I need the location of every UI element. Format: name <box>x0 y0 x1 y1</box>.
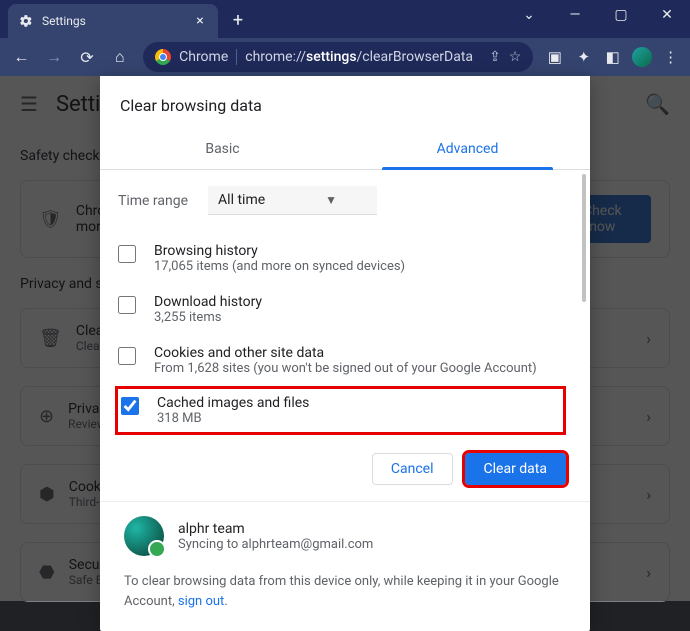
dialog-title: Clear browsing data <box>100 96 590 129</box>
time-range-select[interactable]: All time ▼ <box>208 186 377 215</box>
omnibox-prefix: Chrome <box>179 49 228 65</box>
extensions-icon[interactable]: ✦ <box>570 43 597 71</box>
avatar <box>124 516 164 556</box>
option-cookies[interactable]: Cookies and other site dataFrom 1,628 si… <box>118 335 566 386</box>
chrome-logo-icon <box>155 49 171 65</box>
share-icon[interactable]: ⇪ <box>489 49 501 65</box>
browser-tab[interactable]: Settings × <box>8 4 218 38</box>
checkbox-browsing-history[interactable] <box>118 245 136 263</box>
new-tab-button[interactable]: + <box>224 6 252 34</box>
chevron-down-icon: ▼ <box>325 193 337 207</box>
sign-out-link[interactable]: sign out <box>178 594 224 609</box>
tab-close-icon[interactable]: × <box>192 13 208 29</box>
back-button[interactable]: ← <box>6 41 37 73</box>
checkbox-cookies[interactable] <box>118 347 136 365</box>
separator <box>236 49 237 65</box>
profile-avatar[interactable] <box>628 43 655 71</box>
bookmark-icon[interactable]: ☆ <box>509 49 522 65</box>
chevron-down-icon[interactable]: ⌄ <box>506 0 552 30</box>
kebab-menu-icon[interactable]: ⋮ <box>657 43 684 71</box>
cancel-button[interactable]: Cancel <box>372 453 453 485</box>
divider <box>100 501 590 502</box>
browser-toolbar: ← → ⟳ ⌂ Chrome chrome://settings/clearBr… <box>0 38 690 76</box>
address-bar[interactable]: Chrome chrome://settings/clearBrowserDat… <box>143 42 533 72</box>
dialog-actions: Cancel Clear data <box>100 435 590 499</box>
tab-basic[interactable]: Basic <box>100 129 345 169</box>
window-titlebar: Settings × + ⌄ — ▢ ✕ <box>0 0 690 38</box>
home-button[interactable]: ⌂ <box>104 41 135 73</box>
cast-icon[interactable]: ▣ <box>541 43 568 71</box>
forward-button[interactable]: → <box>39 41 70 73</box>
dialog-tabs: Basic Advanced <box>100 129 590 170</box>
clear-browsing-dialog: Clear browsing data Basic Advanced Time … <box>100 76 590 631</box>
checkbox-download-history[interactable] <box>118 296 136 314</box>
tab-title: Settings <box>42 14 184 28</box>
account-row: alphr team Syncing to alphrteam@gmail.co… <box>100 516 590 556</box>
time-range-row: Time range All time ▼ <box>118 186 566 215</box>
option-browsing-history[interactable]: Browsing history17,065 items (and more o… <box>118 233 566 284</box>
omnibox-url: chrome://settings/clearBrowserData <box>245 49 473 65</box>
account-name: alphr team <box>178 521 373 537</box>
time-range-label: Time range <box>118 193 188 209</box>
maximize-button[interactable]: ▢ <box>598 0 644 30</box>
option-download-history[interactable]: Download history3,255 items <box>118 284 566 335</box>
tab-advanced[interactable]: Advanced <box>345 129 590 169</box>
reload-button[interactable]: ⟳ <box>72 41 103 73</box>
window-controls: ⌄ — ▢ ✕ <box>506 0 690 30</box>
time-range-value: All time <box>218 192 265 208</box>
account-status: Syncing to alphrteam@gmail.com <box>178 537 373 552</box>
gear-icon <box>18 13 34 29</box>
dialog-footer-note: To clear browsing data from this device … <box>100 556 590 611</box>
close-window-button[interactable]: ✕ <box>644 0 690 30</box>
dialog-scrollbar[interactable] <box>582 174 586 429</box>
option-cached-files[interactable]: Cached images and files318 MB <box>115 386 566 435</box>
sidepanel-icon[interactable]: ◧ <box>599 43 626 71</box>
checkbox-cached-files[interactable] <box>121 397 139 415</box>
clear-data-button[interactable]: Clear data <box>465 453 566 485</box>
minimize-button[interactable]: — <box>552 0 598 30</box>
